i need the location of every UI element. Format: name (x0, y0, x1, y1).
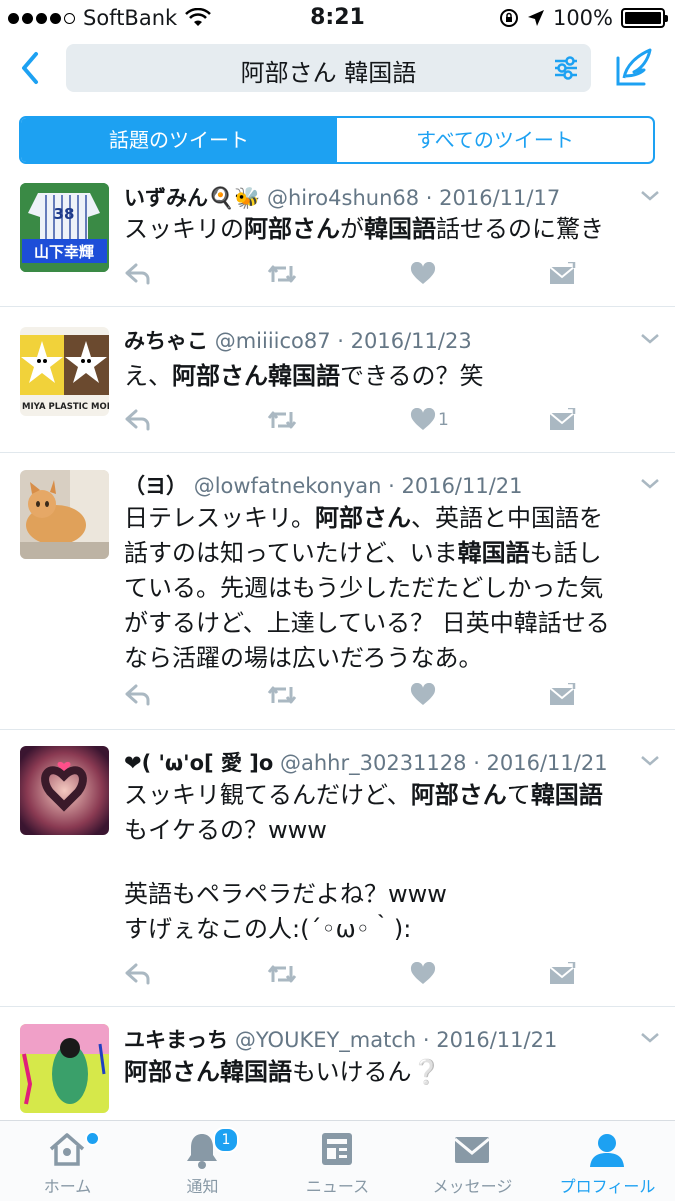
tweet-actions (124, 962, 624, 992)
tweet-timeline: 38 山下幸輝 いずみん🍳🐝 @hiro4shun68 · 2016/11/17… (0, 176, 675, 1120)
tweet-text: え、阿部さん韓国語できるの？笑 (124, 362, 484, 390)
reply-icon[interactable] (124, 683, 152, 707)
avatar-caption: MIYA PLASTIC MODEL C (22, 402, 109, 412)
battery-icon (621, 8, 668, 28)
tweet-date: · 2016/11/21 (473, 751, 608, 775)
avatar[interactable] (20, 470, 109, 559)
direct-message-icon[interactable] (548, 962, 576, 986)
bottom-tab-bar: ホーム 1 通知 ニュース メッセージ プロフィール (0, 1120, 675, 1201)
tweet-text: スッキリ観てるんだけど、阿部さんて韓国語 もイケるの？www 英語もペラペラだよ… (124, 781, 603, 943)
avatar[interactable]: MIYA PLASTIC MODEL C (20, 327, 109, 416)
tweet-item[interactable]: MIYA PLASTIC MODEL C みちゃこ @miiiico87 · 2… (0, 307, 675, 453)
envelope-icon (454, 1137, 490, 1163)
retweet-icon[interactable] (266, 962, 298, 986)
tab-top-tweets[interactable]: 話題のツイート (21, 118, 337, 162)
notification-badge: 1 (213, 1127, 239, 1153)
status-bar: SoftBank 8:21 100% (0, 0, 675, 36)
display-name[interactable]: みちゃこ (124, 329, 208, 353)
tweet-filter-tabs: 話題のツイート すべてのツイート (19, 116, 655, 164)
chevron-down-icon[interactable] (640, 190, 660, 202)
chevron-down-icon[interactable] (640, 333, 660, 345)
location-icon (527, 10, 544, 26)
retweet-icon[interactable] (266, 262, 298, 286)
retweet-icon[interactable] (266, 683, 298, 707)
tweet-item[interactable]: ユキまっち @YOUKEY_match · 2016/11/21 阿部さん韓国語… (0, 1007, 675, 1120)
handle[interactable]: @lowfatnekonyan (194, 474, 382, 498)
tab-profile[interactable]: プロフィール (540, 1121, 675, 1201)
tweet-date: · 2016/11/23 (337, 329, 472, 353)
handle[interactable]: @hiro4shun68 (267, 186, 419, 210)
tab-news-label: ニュース (305, 1177, 370, 1196)
home-new-indicator (85, 1131, 100, 1146)
news-icon (322, 1133, 352, 1165)
tweet-text: 日テレスッキリ。阿部さん、英語と中国語を 話すのは知っていたけど、いま韓国語も話… (124, 504, 610, 672)
tweet-actions: 1 (124, 408, 624, 438)
tab-home[interactable]: ホーム (0, 1121, 135, 1201)
direct-message-icon[interactable] (548, 262, 576, 286)
tweet-date: · 2016/11/21 (388, 474, 523, 498)
tab-notifications-label: 通知 (186, 1177, 219, 1196)
tab-all-tweets[interactable]: すべてのツイート (337, 118, 653, 162)
tweet-text: 阿部さん韓国語もいけるん❔ (124, 1058, 442, 1086)
avatar-caption: 山下幸輝 (34, 243, 94, 261)
reply-icon[interactable] (124, 262, 152, 286)
direct-message-icon[interactable] (548, 683, 576, 707)
avatar[interactable] (20, 1024, 109, 1113)
tab-messages[interactable]: メッセージ (405, 1121, 540, 1201)
handle[interactable]: @YOUKEY_match (235, 1028, 416, 1052)
tab-profile-label: プロフィール (559, 1177, 656, 1196)
tweet-text: スッキリの阿部さんが韓国語話せるのに驚き (124, 215, 604, 243)
chevron-down-icon[interactable] (640, 1032, 660, 1044)
direct-message-icon[interactable] (548, 408, 576, 432)
like-count: 1 (438, 410, 449, 430)
compose-tweet-icon[interactable] (612, 46, 656, 90)
like-heart-icon[interactable] (410, 962, 436, 986)
reply-icon[interactable] (124, 408, 152, 432)
tab-home-label: ホーム (43, 1177, 92, 1196)
display-name[interactable]: いずみん🍳🐝 (124, 186, 260, 210)
rotation-lock-icon (499, 9, 518, 27)
tab-messages-label: メッセージ (432, 1177, 513, 1196)
like-heart-icon[interactable] (410, 408, 436, 432)
like-heart-icon[interactable] (410, 683, 436, 707)
avatar[interactable]: 38 山下幸輝 (20, 183, 109, 272)
chevron-down-icon[interactable] (640, 755, 660, 767)
jersey-number: 38 (54, 205, 75, 223)
tab-notifications[interactable]: 1 通知 (135, 1121, 270, 1201)
search-query: 阿部さん 韓国語 (240, 59, 417, 87)
tweet-item[interactable]: 38 山下幸輝 いずみん🍳🐝 @hiro4shun68 · 2016/11/17… (0, 176, 675, 307)
search-header: 阿部さん 韓国語 (0, 36, 675, 100)
tweet-actions (124, 262, 624, 292)
search-input[interactable]: 阿部さん 韓国語 (66, 44, 591, 92)
tweet-date: · 2016/11/17 (425, 186, 561, 210)
retweet-icon[interactable] (266, 408, 298, 432)
chevron-down-icon[interactable] (640, 478, 660, 490)
like-heart-icon[interactable] (410, 262, 436, 286)
reply-icon[interactable] (124, 962, 152, 986)
battery-percent: 100% (552, 6, 613, 30)
home-icon (49, 1133, 85, 1166)
display-name[interactable]: （ヨ） (124, 474, 187, 498)
avatar[interactable] (20, 746, 109, 835)
back-chevron-icon[interactable] (14, 48, 48, 88)
tweet-item[interactable]: （ヨ） @lowfatnekonyan · 2016/11/21 日テレスッキリ… (0, 453, 675, 730)
person-icon (590, 1134, 624, 1167)
filter-sliders-icon[interactable] (553, 56, 579, 80)
tweet-item[interactable]: ❤( 'ω'o[ 愛 ]o @ahhr_30231128 · 2016/11/2… (0, 730, 675, 1007)
tweet-date: · 2016/11/21 (422, 1028, 558, 1052)
tweet-actions (124, 683, 624, 713)
handle[interactable]: @miiiico87 (215, 329, 331, 353)
handle[interactable]: @ahhr_30231128 (280, 751, 467, 775)
display-name[interactable]: ❤( 'ω'o[ 愛 ]o (124, 751, 273, 775)
display-name[interactable]: ユキまっち (124, 1028, 228, 1052)
tab-news[interactable]: ニュース (270, 1121, 405, 1201)
